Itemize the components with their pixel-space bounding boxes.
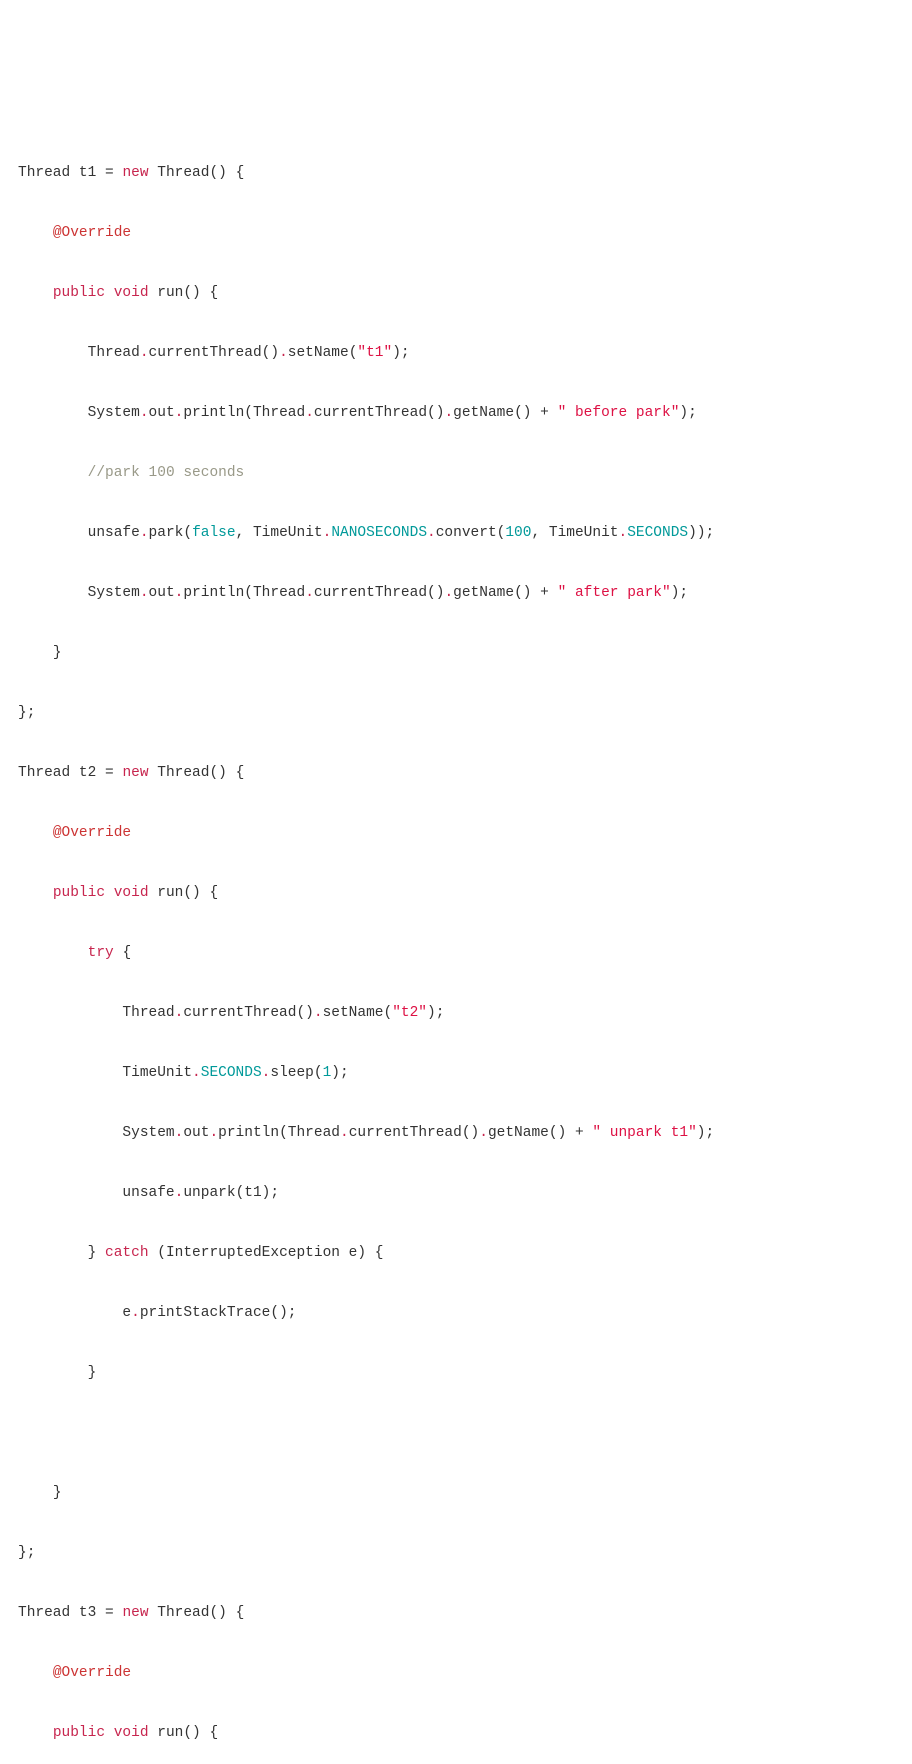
code-line: //park 100 seconds — [18, 458, 894, 488]
code-line: e.printStackTrace(); — [18, 1298, 894, 1328]
code-line: unsafe.park(false, TimeUnit.NANOSECONDS.… — [18, 518, 894, 548]
code-line: unsafe.unpark(t1); — [18, 1178, 894, 1208]
code-line — [18, 1418, 894, 1448]
code-line: Thread t3 = new Thread() { — [18, 1598, 894, 1628]
code-line: } — [18, 638, 894, 668]
code-line: System.out.println(Thread.currentThread(… — [18, 398, 894, 428]
code-line: } — [18, 1478, 894, 1508]
code-line: @Override — [18, 1658, 894, 1688]
code-line: System.out.println(Thread.currentThread(… — [18, 578, 894, 608]
code-line: TimeUnit.SECONDS.sleep(1); — [18, 1058, 894, 1088]
code-line: @Override — [18, 818, 894, 848]
code-line: Thread t1 = new Thread() { — [18, 158, 894, 188]
code-line: try { — [18, 938, 894, 968]
code-line: @Override — [18, 218, 894, 248]
code-line: Thread.currentThread().setName("t1"); — [18, 338, 894, 368]
code-line: public void run() { — [18, 1718, 894, 1748]
code-line: Thread.currentThread().setName("t2"); — [18, 998, 894, 1028]
code-line: }; — [18, 1538, 894, 1568]
code-line: } catch (InterruptedException e) { — [18, 1238, 894, 1268]
code-line: } — [18, 1358, 894, 1388]
code-line: public void run() { — [18, 878, 894, 908]
code-line: public void run() { — [18, 278, 894, 308]
code-line: }; — [18, 698, 894, 728]
code-line: System.out.println(Thread.currentThread(… — [18, 1118, 894, 1148]
code-line: Thread t2 = new Thread() { — [18, 758, 894, 788]
code-block: Thread t1 = new Thread() { @Override pub… — [18, 128, 894, 1764]
